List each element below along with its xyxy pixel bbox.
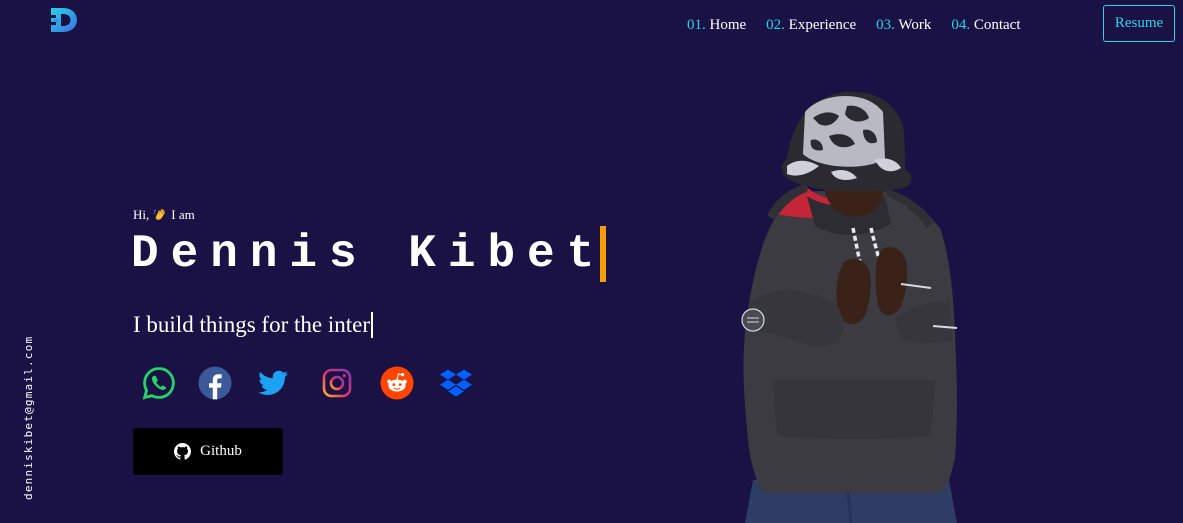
- nav-item-number: 03.: [876, 17, 895, 33]
- twitter-icon: [258, 370, 288, 395]
- side-email-link[interactable]: denniskibet@gmail.com: [22, 336, 35, 500]
- dropbox-icon: [440, 369, 472, 397]
- hero-tagline: I build things for the inter: [133, 312, 370, 337]
- waving-hand-icon: [153, 208, 166, 220]
- hero-name-block: Dennis Kibet: [131, 226, 607, 282]
- whatsapp-icon: [142, 367, 175, 400]
- greeting-i-am: I am: [171, 207, 195, 222]
- nav-item-number: 04.: [951, 17, 971, 33]
- site-logo[interactable]: [48, 6, 80, 34]
- nav-item-label: Experience: [788, 17, 857, 33]
- typing-cursor: [600, 226, 607, 282]
- whatsapp-link[interactable]: [142, 366, 176, 400]
- instagram-icon: [322, 368, 352, 398]
- hero-greeting: Hi, I am: [133, 207, 195, 223]
- reddit-link[interactable]: [380, 366, 414, 400]
- nav-item-home[interactable]: 01. Home: [687, 16, 746, 34]
- nav-item-work[interactable]: 03. Work: [876, 16, 931, 34]
- nav-item-label: Home: [709, 17, 747, 33]
- dropbox-link[interactable]: [439, 366, 473, 400]
- portrait-image: [741, 91, 958, 523]
- nav-item-number: 01.: [687, 17, 706, 33]
- facebook-link[interactable]: [198, 366, 232, 400]
- github-button[interactable]: Github: [133, 428, 283, 475]
- github-button-label: Github: [200, 443, 242, 459]
- main-nav: 01. Home 02. Experience 03. Work 04. Con…: [687, 16, 1020, 34]
- instagram-link[interactable]: [320, 366, 354, 400]
- github-icon: [174, 443, 192, 460]
- hero-tagline-block: I build things for the inter: [133, 311, 373, 339]
- nav-item-label: Contact: [973, 17, 1021, 33]
- hero-name: Dennis Kibet: [131, 228, 607, 280]
- greeting-hi: Hi,: [133, 207, 150, 222]
- reddit-icon: [380, 366, 414, 400]
- twitter-link[interactable]: [256, 366, 290, 400]
- nav-item-label: Work: [898, 17, 932, 33]
- nav-item-experience[interactable]: 02. Experience: [766, 16, 856, 34]
- facebook-icon: [198, 366, 232, 400]
- resume-button[interactable]: Resume: [1103, 5, 1175, 42]
- text-cursor: [371, 312, 373, 338]
- nav-item-contact[interactable]: 04. Contact: [951, 16, 1020, 34]
- d-logo-icon: [51, 8, 77, 32]
- nav-item-number: 02.: [766, 17, 785, 33]
